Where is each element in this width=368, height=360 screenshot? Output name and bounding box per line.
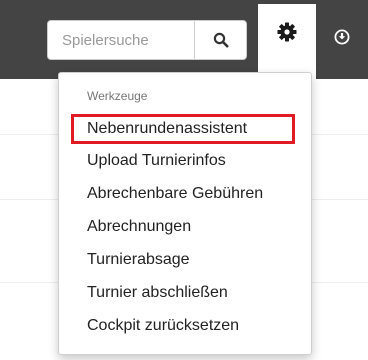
menu-item-cockpit-zuruecksetzen[interactable]: Cockpit zurücksetzen [71, 311, 295, 341]
menu-item-abrechnungen[interactable]: Abrechnungen [71, 212, 295, 242]
download-button[interactable] [330, 25, 354, 49]
dropdown-header: Werkzeuge [87, 89, 148, 103]
menu-item-turnier-abschliessen[interactable]: Turnier abschließen [71, 278, 295, 308]
settings-button[interactable] [258, 4, 316, 79]
tools-dropdown-menu: Werkzeuge Nebenrundenassistent Upload Tu… [58, 72, 312, 355]
top-navbar [0, 0, 368, 79]
download-circle-icon [334, 29, 350, 45]
menu-item-turnierabsage[interactable]: Turnierabsage [71, 245, 295, 275]
player-search-input[interactable] [48, 21, 194, 59]
menu-item-nebenrundenassistent[interactable]: Nebenrundenassistent [71, 114, 295, 144]
gear-icon [277, 22, 297, 42]
page: Werkzeuge Nebenrundenassistent Upload Tu… [0, 0, 368, 360]
menu-item-abrechenbare-gebuehren[interactable]: Abrechenbare Gebühren [71, 179, 295, 209]
player-search-group [47, 20, 247, 60]
search-icon [213, 32, 228, 48]
menu-item-upload-turnierinfos[interactable]: Upload Turnierinfos [71, 146, 295, 176]
search-button[interactable] [194, 21, 246, 59]
